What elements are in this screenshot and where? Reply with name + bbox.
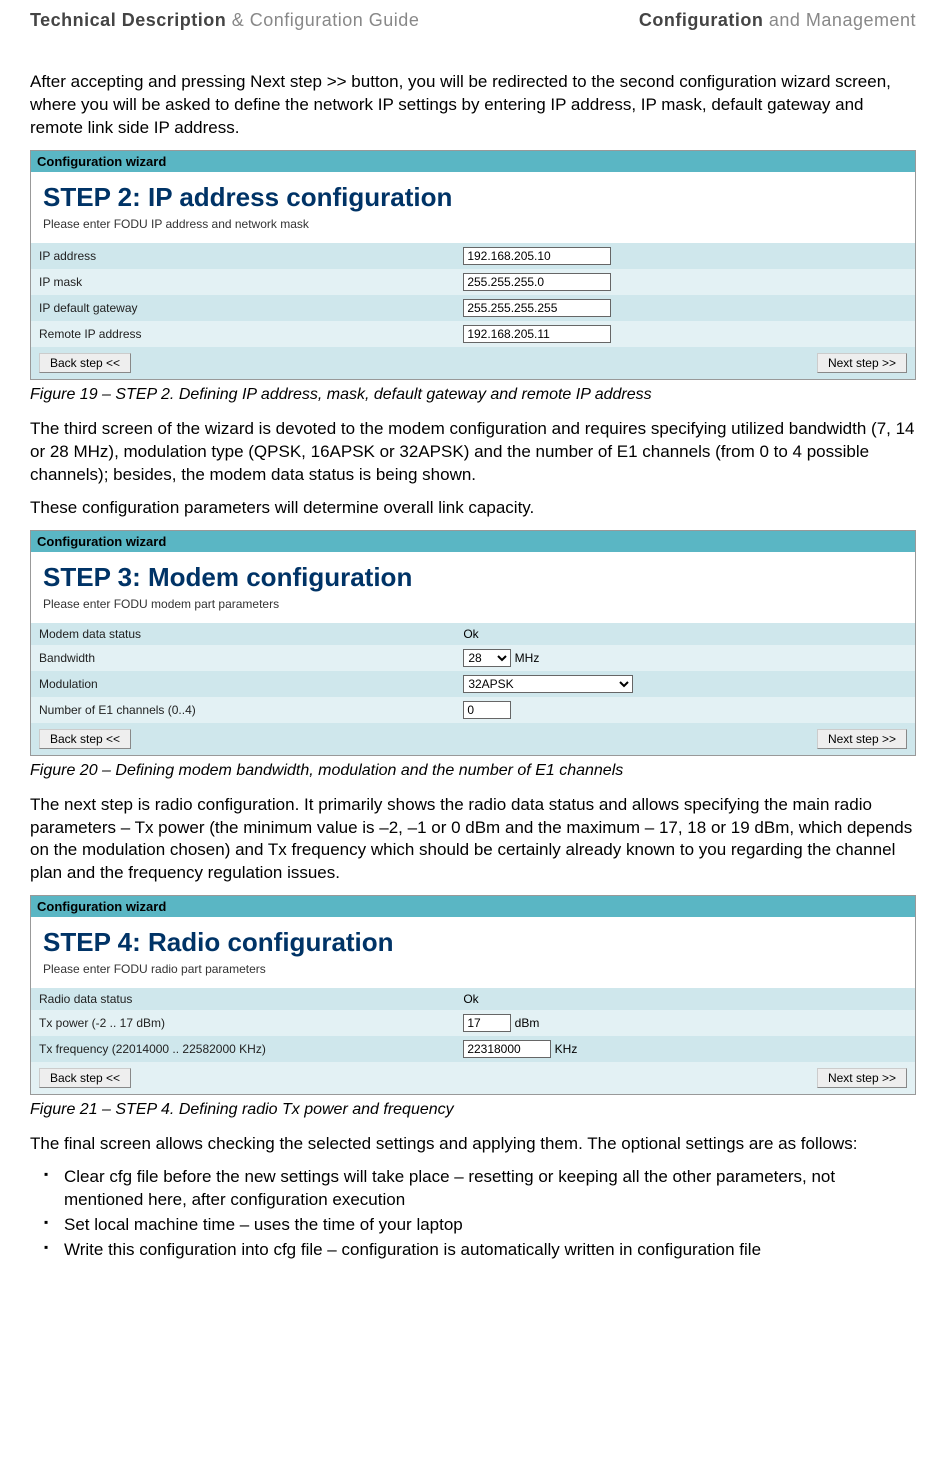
modem-config-table: Modem data status Ok Bandwidth 28 MHz Mo… [31, 623, 915, 755]
bandwidth-unit: MHz [515, 651, 540, 665]
modem-status-label: Modem data status [31, 623, 455, 645]
header-left-bold: Technical Description [30, 10, 226, 30]
paragraph-step4-desc: The next step is radio configuration. It… [30, 794, 916, 886]
e1-channels-input[interactable] [463, 701, 511, 719]
wizard-step-subtitle: Please enter FODU modem part parameters [43, 597, 903, 611]
ip-address-label: IP address [31, 243, 455, 269]
tx-power-label: Tx power (-2 .. 17 dBm) [31, 1010, 455, 1036]
next-step-button[interactable]: Next step >> [817, 729, 907, 749]
ip-gateway-label: IP default gateway [31, 295, 455, 321]
table-row: IP address [31, 243, 915, 269]
ip-mask-label: IP mask [31, 269, 455, 295]
back-step-button[interactable]: Back step << [39, 1068, 131, 1088]
tx-frequency-label: Tx frequency (22014000 .. 22582000 KHz) [31, 1036, 455, 1062]
wizard-step-subtitle: Please enter FODU radio part parameters [43, 962, 903, 976]
back-step-button[interactable]: Back step << [39, 729, 131, 749]
bandwidth-label: Bandwidth [31, 645, 455, 671]
page-header: Technical Description & Configuration Gu… [30, 10, 916, 31]
table-row: Modulation 32APSK [31, 671, 915, 697]
button-row: Back step << Next step >> [31, 723, 915, 755]
wizard-titlebar: Configuration wizard [31, 896, 915, 917]
table-row: IP mask [31, 269, 915, 295]
bandwidth-select[interactable]: 28 [463, 649, 511, 667]
radio-status-label: Radio data status [31, 988, 455, 1010]
paragraph-intro-step2: After accepting and pressing Next step >… [30, 71, 916, 140]
table-row: Number of E1 channels (0..4) [31, 697, 915, 723]
list-item: Clear cfg file before the new settings w… [44, 1166, 916, 1212]
ip-address-input[interactable] [463, 247, 611, 265]
modulation-select[interactable]: 32APSK [463, 675, 633, 693]
remote-ip-input[interactable] [463, 325, 611, 343]
header-left: Technical Description & Configuration Gu… [30, 10, 419, 31]
e1-channels-label: Number of E1 channels (0..4) [31, 697, 455, 723]
ip-mask-input[interactable] [463, 273, 611, 291]
back-step-button[interactable]: Back step << [39, 353, 131, 373]
wizard-step-subtitle: Please enter FODU IP address and network… [43, 217, 903, 231]
tx-power-input[interactable] [463, 1014, 511, 1032]
wizard-step-title: STEP 4: Radio configuration [43, 927, 903, 958]
modulation-label: Modulation [31, 671, 455, 697]
header-left-light: & Configuration Guide [226, 10, 419, 30]
tx-frequency-input[interactable] [463, 1040, 551, 1058]
table-row: Remote IP address [31, 321, 915, 347]
remote-ip-label: Remote IP address [31, 321, 455, 347]
table-row: Modem data status Ok [31, 623, 915, 645]
wizard-step4: Configuration wizard STEP 4: Radio confi… [30, 895, 916, 1095]
list-item: Write this configuration into cfg file –… [44, 1239, 916, 1262]
wizard-titlebar: Configuration wizard [31, 151, 915, 172]
list-item: Set local machine time – uses the time o… [44, 1214, 916, 1237]
button-row: Back step << Next step >> [31, 347, 915, 379]
ip-gateway-input[interactable] [463, 299, 611, 317]
radio-status-value: Ok [455, 988, 915, 1010]
table-row: Bandwidth 28 MHz [31, 645, 915, 671]
table-row: Radio data status Ok [31, 988, 915, 1010]
wizard-step-title: STEP 2: IP address configuration [43, 182, 903, 213]
ip-config-table: IP address IP mask IP default gateway Re… [31, 243, 915, 379]
radio-config-table: Radio data status Ok Tx power (-2 .. 17 … [31, 988, 915, 1094]
figure-19-caption: Figure 19 – STEP 2. Defining IP address,… [30, 386, 916, 404]
paragraph-step3-desc: The third screen of the wizard is devote… [30, 418, 916, 487]
header-right-light: and Management [763, 10, 916, 30]
next-step-button[interactable]: Next step >> [817, 353, 907, 373]
table-row: Tx power (-2 .. 17 dBm) dBm [31, 1010, 915, 1036]
figure-21-caption: Figure 21 – STEP 4. Defining radio Tx po… [30, 1101, 916, 1119]
next-step-button[interactable]: Next step >> [817, 1068, 907, 1088]
figure-20-caption: Figure 20 – Defining modem bandwidth, mo… [30, 762, 916, 780]
button-row: Back step << Next step >> [31, 1062, 915, 1094]
modem-status-value: Ok [455, 623, 915, 645]
paragraph-capacity: These configuration parameters will dete… [30, 497, 916, 520]
paragraph-final: The final screen allows checking the sel… [30, 1133, 916, 1156]
tx-power-unit: dBm [515, 1016, 540, 1030]
table-row: IP default gateway [31, 295, 915, 321]
header-right: Configuration and Management [639, 10, 916, 31]
wizard-step3: Configuration wizard STEP 3: Modem confi… [30, 530, 916, 756]
header-right-bold: Configuration [639, 10, 763, 30]
optional-settings-list: Clear cfg file before the new settings w… [30, 1166, 916, 1262]
wizard-step-title: STEP 3: Modem configuration [43, 562, 903, 593]
wizard-step2: Configuration wizard STEP 2: IP address … [30, 150, 916, 380]
wizard-titlebar: Configuration wizard [31, 531, 915, 552]
tx-frequency-unit: KHz [555, 1042, 578, 1056]
table-row: Tx frequency (22014000 .. 22582000 KHz) … [31, 1036, 915, 1062]
